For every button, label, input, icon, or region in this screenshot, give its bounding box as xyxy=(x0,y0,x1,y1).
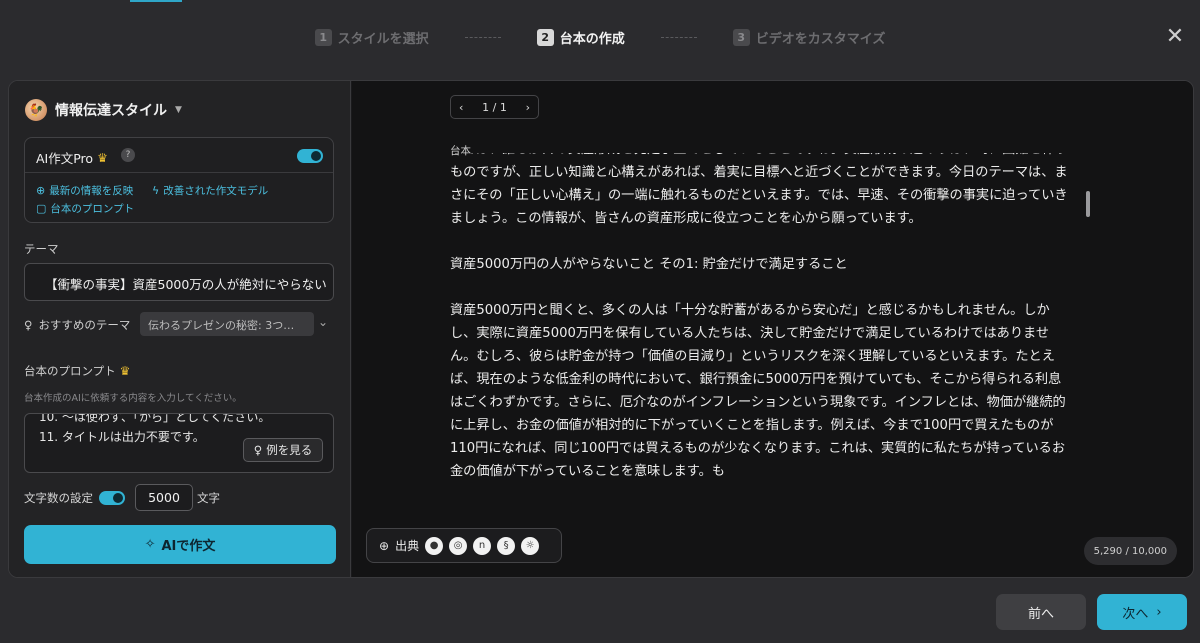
feature-label: 台本のプロンプト xyxy=(50,203,135,215)
recommended-theme: ♀ おすすめのテーマ xyxy=(24,317,130,333)
next-button-label: 次へ xyxy=(1122,606,1149,622)
prompt-label: 台本のプロンプト ♛ xyxy=(24,363,130,379)
char-count-label: 文字数の設定 xyxy=(24,491,93,505)
scrollbar-thumb[interactable] xyxy=(1086,191,1090,217)
script-paragraph: 資産5000万円の人がやらないこと その1: 貯金だけで満足すること xyxy=(450,257,848,272)
ai-pro-title: AI作文Pro ♛ xyxy=(36,148,108,167)
source-note-icon: n xyxy=(473,536,492,555)
example-button[interactable]: ♀ 例を見る xyxy=(243,438,323,462)
source-avatar-icon: ● xyxy=(425,536,444,555)
chevron-left-icon[interactable]: ‹ xyxy=(459,101,463,114)
step-divider xyxy=(660,36,697,38)
document-icon: ▢ xyxy=(36,202,47,215)
source-link-icon: § xyxy=(497,536,516,555)
close-icon[interactable]: ✕ xyxy=(1164,26,1186,48)
char-count-unit: 文字 xyxy=(197,491,220,505)
page-navigator: ‹ 1 / 1 › xyxy=(450,95,539,119)
recommended-theme-chip[interactable]: 伝わるプレゼンの秘密: 3つ… xyxy=(140,312,314,336)
prompt-line: 11. タイトルは出力不要です。 xyxy=(39,430,205,444)
ai-pro-label: AI作文Pro xyxy=(36,151,94,166)
magic-wand-icon: ✧ xyxy=(144,537,156,552)
crown-icon: ♛ xyxy=(97,150,108,165)
source-sun-icon: ☼ xyxy=(521,536,540,555)
divider xyxy=(25,172,333,173)
recommended-theme-label: おすすめのテーマ xyxy=(38,318,131,332)
chevron-right-icon[interactable]: › xyxy=(526,101,530,114)
lightbulb-icon: ♀ xyxy=(24,318,33,332)
feature-latest-info: ⊕ 最新の情報を反映 xyxy=(36,183,133,198)
help-icon[interactable]: ? xyxy=(121,148,135,162)
step-2-label: 台本の作成 xyxy=(559,31,625,47)
ai-pro-toggle[interactable] xyxy=(297,149,323,163)
prompt-line: 10. 〜は使わず、「から」としてください。 xyxy=(39,413,271,424)
feature-label: 最新の情報を反映 xyxy=(49,185,134,197)
bolt-icon: ϟ xyxy=(152,184,160,197)
prev-button[interactable]: 前へ xyxy=(996,594,1086,630)
feature-improved-model: ϟ 改善された作文モデル xyxy=(152,183,268,198)
char-counter: 5,290 / 10,000 xyxy=(1083,537,1177,565)
style-name: 情報伝達スタイル xyxy=(55,103,167,119)
step-2-number: 2 xyxy=(536,28,554,46)
source-label: 出典 xyxy=(395,539,420,553)
style-avatar-icon: 🐓 xyxy=(25,99,47,121)
step-indicator: 1 スタイルを選択 2 台本の作成 3 ビデオをカスタマイズ xyxy=(0,27,1200,47)
step-3: 3 ビデオをカスタマイズ xyxy=(732,28,886,47)
editor-panel: 🐓 情報伝達スタイル ▼ AI作文Pro ♛ ? ⊕ 最新の情報を反映 ϟ 改善… xyxy=(8,80,1194,578)
top-progress-indicator xyxy=(130,0,182,2)
prompt-hint: 台本作成のAIに依頼する内容を入力してください。 xyxy=(24,393,242,404)
caret-down-icon: ▼ xyxy=(175,105,182,115)
prompt-textarea[interactable]: 10. 〜は使わず、「から」としてください。 11. タイトルは出力不要です。 … xyxy=(24,413,334,473)
style-selector[interactable]: 🐓 情報伝達スタイル ▼ xyxy=(25,99,182,121)
step-1-label: スタイルを選択 xyxy=(337,31,429,47)
step-1: 1 スタイルを選択 xyxy=(314,28,429,47)
prompt-label-text: 台本のプロンプト xyxy=(24,364,116,378)
globe-icon: ⊕ xyxy=(36,184,46,197)
chevron-down-icon[interactable]: ⌄ xyxy=(318,315,328,329)
step-3-number: 3 xyxy=(732,28,750,46)
next-button[interactable]: 次へ › xyxy=(1097,594,1187,630)
page-indicator: 1 / 1 xyxy=(482,100,507,114)
script-paragraph: 資産5000万円と聞くと、多くの人は「十分な貯蓄があるから安心だ」と感じるかもし… xyxy=(450,303,1066,479)
step-2: 2 台本の作成 xyxy=(536,28,625,47)
settings-sidebar: 🐓 情報伝達スタイル ▼ AI作文Pro ♛ ? ⊕ 最新の情報を反映 ϟ 改善… xyxy=(9,81,351,577)
ai-write-button-label: AIで作文 xyxy=(161,539,216,554)
example-button-label: 例を見る xyxy=(266,443,313,457)
crown-icon: ♛ xyxy=(119,364,131,378)
script-editor: ‹ 1 / 1 › 台本 っては、誰もが目の資産形成を充足手立てとしていることで… xyxy=(352,81,1193,577)
feature-label: 改善された作文モデル xyxy=(163,185,269,197)
theme-input[interactable]: 【衝撃の事実】資産5000万の人が絶対にやらない xyxy=(24,263,334,301)
script-text[interactable]: っては、誰もが目の資産形成を充足手立てとしていることですね。資産形成の道のりは、… xyxy=(450,153,1070,515)
char-count-input[interactable]: 5000 xyxy=(135,484,193,511)
script-paragraph: っては、誰もが目の資産形成を充足手立てとしていることですね。資産形成の道のりは、… xyxy=(450,153,1068,226)
char-count-row: 文字数の設定 xyxy=(24,485,93,511)
globe-icon: ⊕ xyxy=(379,538,390,553)
lightbulb-icon: ♀ xyxy=(253,443,263,457)
theme-label: テーマ xyxy=(24,242,59,256)
feature-script-prompt: ▢ 台本のプロンプト xyxy=(36,201,134,216)
source-bar[interactable]: ⊕ 出典 ● ◎ n § ☼ xyxy=(366,528,562,563)
ai-pro-box: AI作文Pro ♛ ? ⊕ 最新の情報を反映 ϟ 改善された作文モデル ▢ 台本… xyxy=(24,137,334,223)
ai-write-button[interactable]: ✧ AIで作文 xyxy=(24,525,336,564)
source-logo-icon: ◎ xyxy=(449,536,468,555)
step-3-label: ビデオをカスタマイズ xyxy=(755,31,886,47)
step-divider xyxy=(464,36,501,38)
step-1-number: 1 xyxy=(314,28,332,46)
chevron-right-icon: › xyxy=(1156,604,1162,620)
char-count-toggle[interactable] xyxy=(99,491,125,505)
